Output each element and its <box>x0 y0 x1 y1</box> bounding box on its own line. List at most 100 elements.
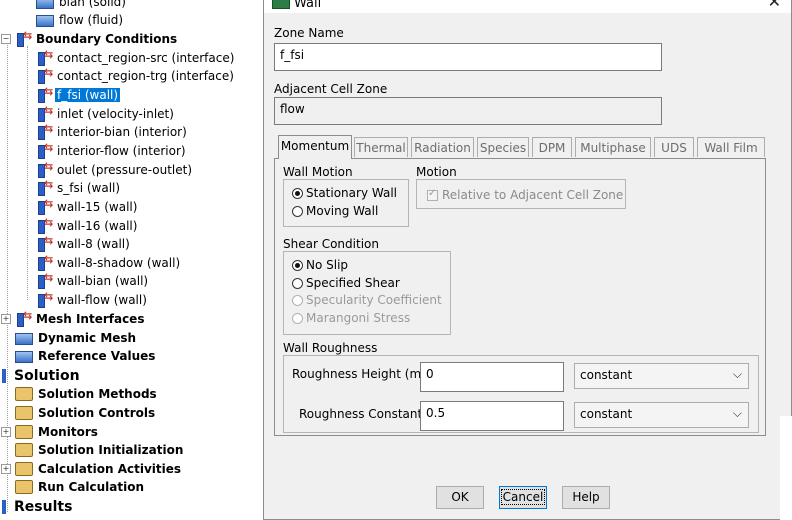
tree-item-oulet[interactable]: oulet (pressure-outlet) <box>36 160 194 179</box>
tree-item-contact-region-src[interactable]: contact_region-src (interface) <box>36 48 236 67</box>
dialog-titlebar[interactable]: Wall ✕ <box>264 0 791 13</box>
chevron-down-icon: ⌵ <box>732 406 742 420</box>
tree-item-bian[interactable]: bian (solid) <box>36 0 128 11</box>
tree-item-run-calculation[interactable]: Run Calculation <box>15 478 146 496</box>
solution-icon <box>2 369 6 383</box>
adjacent-cell-zone-field: flow <box>274 97 662 125</box>
tree-item-monitors[interactable]: Monitors <box>15 423 100 441</box>
monitors-icon <box>15 425 33 439</box>
roughness-height-input[interactable]: 0 <box>420 362 564 392</box>
dialog-title: Wall <box>294 0 322 11</box>
tree-item-interior-bian[interactable]: interior-bian (interior) <box>36 122 189 141</box>
marangoni-stress-radio: Marangoni Stress <box>292 311 410 325</box>
tree-item-wall-16[interactable]: wall-16 (wall) <box>36 216 139 235</box>
tree-item-contact-region-trg[interactable]: contact_region-trg (interface) <box>36 66 236 85</box>
tab-momentum[interactable]: Momentum <box>278 135 352 159</box>
tab-thermal[interactable]: Thermal <box>354 137 408 157</box>
tree-item-f-fsi[interactable]: f_fsi (wall) <box>36 85 121 104</box>
specularity-coefficient-radio: Specularity Coefficient <box>292 293 442 307</box>
tree-item-solution-initialization[interactable]: Solution Initialization <box>15 441 185 459</box>
cancel-button[interactable]: Cancel <box>499 486 547 509</box>
boundary-icon <box>36 178 53 196</box>
zone-name-label: Zone Name <box>274 26 344 40</box>
tree-item-flow[interactable]: flow (fluid) <box>36 11 125 29</box>
boundary-icon <box>36 271 53 289</box>
tree-item-wall-flow[interactable]: wall-flow (wall) <box>36 290 149 309</box>
tree-item-wall-8[interactable]: wall-8 (wall) <box>36 234 132 253</box>
boundary-icon <box>36 66 53 84</box>
close-icon[interactable]: ✕ <box>768 0 781 11</box>
zone-name-input[interactable]: f_fsi <box>274 43 662 71</box>
wall-motion-group: Stationary Wall Moving Wall <box>283 179 409 227</box>
fluent-icon <box>272 0 290 9</box>
cell-zone-icon <box>36 0 54 9</box>
tab-wall-film[interactable]: Wall Film <box>697 137 765 157</box>
tree-item-wall-15[interactable]: wall-15 (wall) <box>36 197 139 216</box>
relative-to-adjacent-checkbox: Relative to Adjacent Cell Zone <box>427 188 623 202</box>
mesh-interfaces-icon <box>15 309 32 327</box>
checkbox-checked-icon <box>427 188 438 201</box>
shear-condition-group: No Slip Specified Shear Specularity Coef… <box>283 251 451 335</box>
collapse-toggle[interactable]: − <box>1 34 11 44</box>
tree-item-wall-bian[interactable]: wall-bian (wall) <box>36 271 150 290</box>
boundary-icon <box>36 197 53 215</box>
tree-item-s-fsi[interactable]: s_fsi (wall) <box>36 178 122 197</box>
results-icon <box>2 500 6 514</box>
tree-item-dynamic-mesh[interactable]: Dynamic Mesh <box>15 329 138 347</box>
help-button[interactable]: Help <box>562 486 610 509</box>
tree-item-mesh-interfaces[interactable]: Mesh Interfaces <box>15 309 146 328</box>
ok-button[interactable]: OK <box>436 486 484 509</box>
roughness-height-label: Roughness Height (m) <box>292 367 426 381</box>
roughness-constant-method-select[interactable]: constant ⌵ <box>574 402 749 428</box>
solution-controls-icon <box>15 406 33 420</box>
tree-item-solution-controls[interactable]: Solution Controls <box>15 404 157 422</box>
no-slip-radio[interactable]: No Slip <box>292 258 348 272</box>
tab-species[interactable]: Species <box>477 137 529 157</box>
reference-values-icon <box>15 351 33 363</box>
tree-item-reference-values[interactable]: Reference Values <box>15 347 157 365</box>
tab-multiphase[interactable]: Multiphase <box>575 137 651 157</box>
shear-condition-title: Shear Condition <box>283 237 379 251</box>
dynamic-mesh-icon <box>15 333 33 345</box>
calculation-activities-icon <box>15 462 33 476</box>
radio-icon <box>292 312 303 324</box>
tree-item-results[interactable]: Results <box>0 498 74 516</box>
expand-toggle[interactable]: + <box>1 427 11 437</box>
specified-shear-radio[interactable]: Specified Shear <box>292 276 400 290</box>
motion-group: Relative to Adjacent Cell Zone <box>416 179 626 209</box>
cell-zone-icon <box>36 15 54 27</box>
expand-toggle[interactable]: + <box>1 464 11 474</box>
radio-icon <box>292 205 303 217</box>
boundary-icon <box>36 216 53 234</box>
tab-dpm[interactable]: DPM <box>532 137 572 157</box>
stationary-wall-radio[interactable]: Stationary Wall <box>292 186 397 200</box>
tab-uds[interactable]: UDS <box>654 137 694 157</box>
roughness-constant-input[interactable]: 0.5 <box>420 401 564 431</box>
roughness-height-method-select[interactable]: constant ⌵ <box>574 363 749 389</box>
tree-item-calculation-activities[interactable]: Calculation Activities <box>15 460 183 478</box>
motion-title: Motion <box>416 165 457 179</box>
momentum-panel: Wall Motion Stationary Wall Moving Wall … <box>274 158 766 436</box>
moving-wall-radio[interactable]: Moving Wall <box>292 204 378 218</box>
radio-icon <box>292 277 303 289</box>
roughness-constant-label: Roughness Constant <box>299 407 423 421</box>
tree-item-interior-flow[interactable]: interior-flow (interior) <box>36 141 188 160</box>
boundary-icon <box>36 290 53 308</box>
boundary-icon <box>36 48 53 66</box>
radio-selected-icon <box>292 259 303 271</box>
wall-motion-title: Wall Motion <box>283 165 353 179</box>
expand-toggle[interactable]: + <box>1 314 11 324</box>
background-window-edge <box>780 416 792 520</box>
tree-item-solution-methods[interactable]: Solution Methods <box>15 385 159 403</box>
boundary-icon <box>36 104 53 122</box>
tree-item-inlet[interactable]: inlet (velocity-inlet) <box>36 104 176 123</box>
boundary-icon <box>36 253 53 271</box>
wall-roughness-group: Roughness Height (m) 0 constant ⌵ Roughne… <box>283 355 759 433</box>
tab-bar: Momentum Thermal Radiation Species DPM M… <box>274 135 774 159</box>
tree-item-boundary-conditions[interactable]: Boundary Conditions <box>15 29 179 48</box>
tab-radiation[interactable]: Radiation <box>411 137 474 157</box>
boundary-icon <box>36 234 53 252</box>
boundary-icon <box>36 122 53 140</box>
tree-item-wall-8-shadow[interactable]: wall-8-shadow (wall) <box>36 253 182 272</box>
tree-item-solution[interactable]: Solution <box>0 367 82 385</box>
